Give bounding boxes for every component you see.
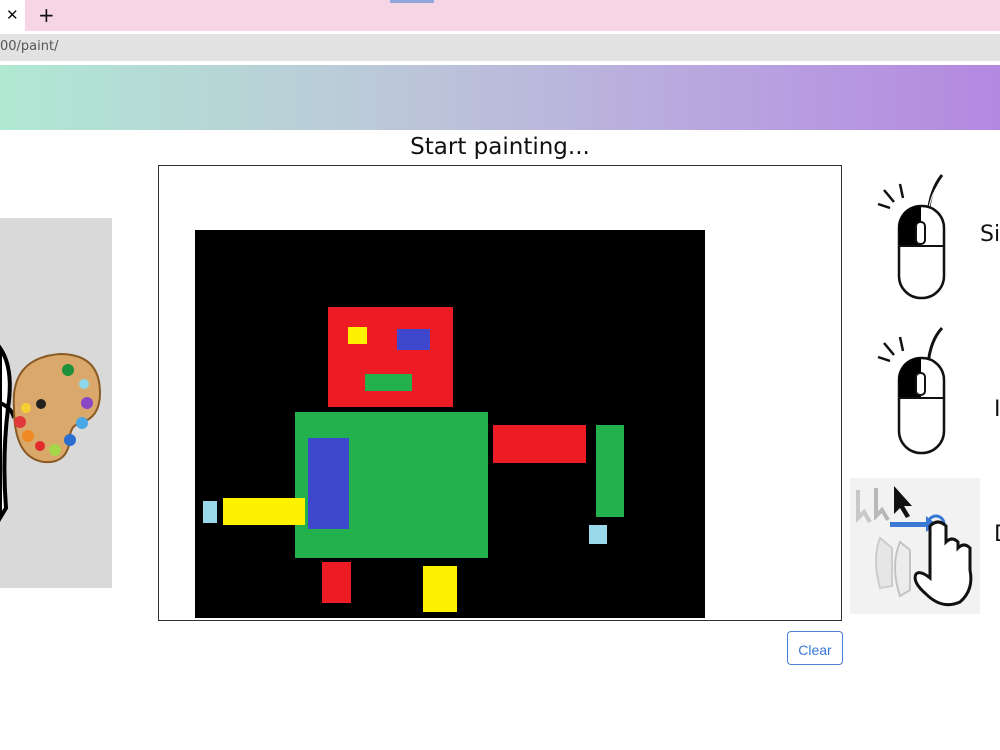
drawing-canvas[interactable] [195,230,705,618]
robot-left-arm [223,498,305,525]
tab-indicator [390,0,434,3]
robot-left-leg [322,562,351,603]
robot-mouth [365,374,412,391]
instruction-touch-drag [850,478,980,614]
new-tab-button[interactable]: + [38,3,55,27]
browser-tab-bar: ✕ + [0,0,1000,31]
instruction-left-click: Si [870,170,1000,305]
clear-button[interactable]: Clear [787,631,843,665]
site-banner [0,65,1000,130]
instruction-text: Si [980,222,1000,247]
drawing-canvas-frame[interactable] [158,165,842,621]
robot-head [328,307,453,407]
address-bar[interactable]: 00/paint/ [0,34,1000,61]
instruction-text: I [994,397,1000,422]
instruction-text: D [994,522,1000,547]
instruction-left-press: I [870,325,1000,460]
robot-right-arm [493,425,586,463]
close-tab-icon[interactable]: ✕ [6,5,19,25]
url-text[interactable]: 00/paint/ [0,39,58,54]
robot-left-hand [203,501,217,523]
mouse-left-click-icon [877,174,946,300]
robot-right-hand [589,525,607,544]
mouse-left-press-icon [877,326,946,455]
browser-tab[interactable]: ✕ [0,0,25,31]
robot-right-eye [397,329,430,350]
page-title: Start painting... [410,134,590,160]
robot-right-leg [423,566,457,612]
palette-icon [0,344,102,522]
robot-right-forearm [596,425,624,517]
robot-left-eye [348,327,367,344]
touch-drag-icon [856,486,973,607]
robot-body-panel [308,438,349,529]
palette-illustration [0,218,112,588]
